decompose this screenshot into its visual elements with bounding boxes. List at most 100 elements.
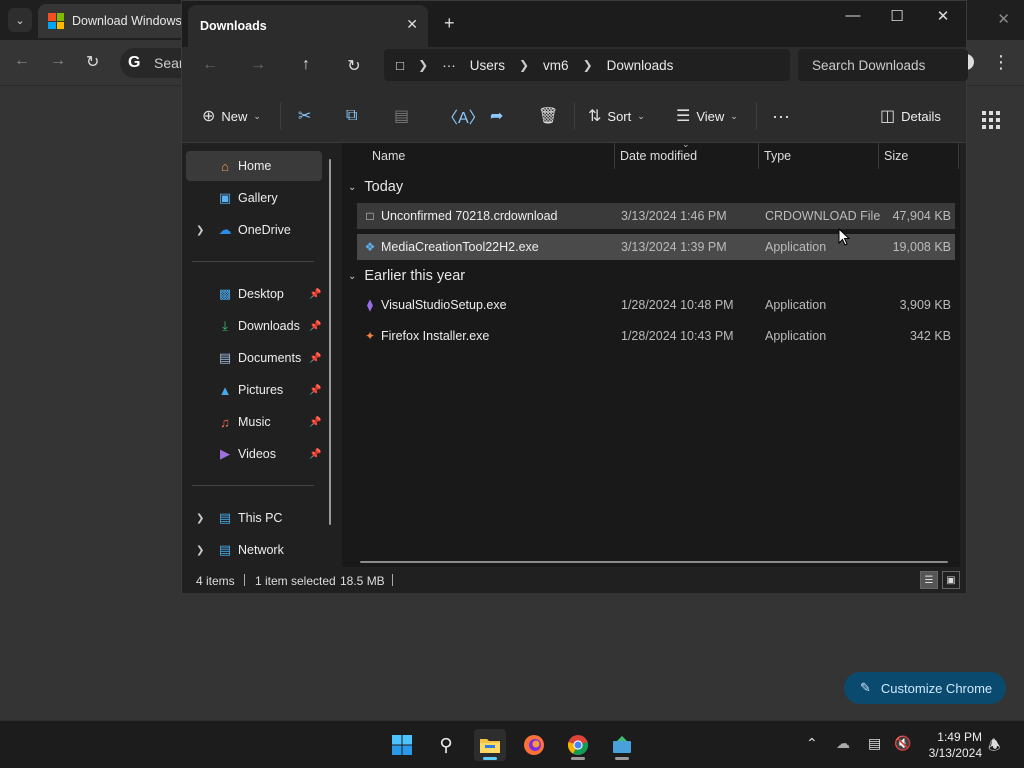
chrome-forward-icon[interactable]: → [50, 52, 66, 70]
system-clock[interactable]: 1:49 PM 3/13/2024 [929, 729, 982, 761]
group-header-today[interactable]: ⌄ Today [348, 179, 403, 195]
minimize-icon[interactable]: — [838, 7, 868, 24]
chevron-right-icon: ❯ [582, 58, 593, 72]
file-row[interactable]: □ Unconfirmed 70218.crdownload 3/13/2024… [357, 203, 955, 229]
item-count: 4 items [196, 574, 235, 588]
taskbar-chrome[interactable] [562, 729, 594, 761]
pin-icon: 📌 [309, 384, 322, 396]
nav-item-documents[interactable]: ▤ Documents 📌 [186, 343, 322, 373]
clock-time: 1:49 PM [937, 730, 982, 744]
breadcrumb-users[interactable]: Users [470, 58, 505, 73]
more-options-button[interactable]: ··· [772, 103, 790, 129]
file-row[interactable]: ❖ MediaCreationTool22H2.exe 3/13/2024 1:… [357, 234, 955, 260]
column-header-type[interactable]: Type [764, 143, 791, 169]
nav-item-onedrive[interactable]: ❯ ☁ OneDrive [186, 215, 322, 245]
monitor-icon: □ [396, 57, 405, 73]
forward-icon[interactable]: → [246, 56, 270, 74]
nav-item-videos[interactable]: ▶ Videos 📌 [186, 439, 322, 469]
share-button[interactable]: ➦ [490, 103, 503, 129]
trash-icon: 🗑 [538, 108, 559, 125]
taskbar-file-explorer[interactable] [474, 729, 506, 761]
plus-circle-icon: ⊕ [202, 108, 216, 125]
rename-button[interactable]: 〈A〉 [442, 103, 485, 129]
nav-item-network[interactable]: ❯ ▤ Network [186, 535, 322, 565]
chrome-more-icon[interactable]: ⋮ [992, 52, 1010, 73]
up-icon[interactable]: ↑ [294, 56, 318, 74]
view-icon: ☰ [676, 108, 691, 125]
file-row[interactable]: ⧫ VisualStudioSetup.exe 1/28/2024 10:48 … [357, 292, 955, 318]
nav-item-pictures[interactable]: ▲ Pictures 📌 [186, 375, 322, 405]
ellipsis-icon[interactable]: ··· [442, 58, 456, 73]
onedrive-offline-icon[interactable]: ☁ [836, 735, 850, 752]
file-row[interactable]: ✦ Firefox Installer.exe 1/28/2024 10:43 … [357, 323, 955, 349]
back-icon[interactable]: ← [198, 56, 222, 74]
blank-file-icon: □ [366, 209, 374, 223]
copy-icon: ⧉ [346, 107, 358, 124]
search-input[interactable]: Search Downloads [798, 49, 968, 81]
nav-item-gallery[interactable]: ▣ Gallery [186, 183, 322, 213]
notification-bell-icon[interactable]: 🕭 [988, 735, 1001, 759]
horizontal-scrollbar[interactable] [360, 561, 948, 563]
start-button[interactable] [386, 729, 418, 761]
chevron-right-icon[interactable]: ❯ [196, 225, 204, 236]
chevron-right-icon[interactable]: ❯ [196, 545, 204, 556]
column-divider[interactable] [614, 143, 615, 169]
pin-icon: 📌 [309, 320, 322, 332]
chrome-reload-icon[interactable]: ↻ [86, 52, 99, 72]
breadcrumb-vm6[interactable]: vm6 [543, 58, 569, 73]
chrome-back-icon[interactable]: ← [14, 52, 30, 70]
tiles-view-icon[interactable]: ▣ [942, 571, 960, 589]
paste-button[interactable]: ▤ [394, 103, 409, 129]
download-icon: ⤓ [222, 318, 228, 333]
chevron-right-icon[interactable]: ❯ [196, 513, 204, 524]
close-tab-icon[interactable]: ✕ [406, 16, 418, 33]
nav-item-music[interactable]: ♫ Music 📌 [186, 407, 322, 437]
nav-item-downloads[interactable]: ⤓ Downloads 📌 [186, 311, 322, 341]
column-header-date[interactable]: Date modified [620, 143, 697, 169]
volume-muted-icon[interactable]: 🔇 [894, 735, 911, 752]
copy-button[interactable]: ⧉ [346, 103, 357, 129]
nav-item-desktop[interactable]: ▩ Desktop 📌 [186, 279, 322, 309]
taskbar-firefox[interactable] [518, 729, 550, 761]
desktop-icon: ▩ [218, 286, 232, 301]
nav-item-this-pc[interactable]: ❯ ▤ This PC [186, 503, 322, 533]
breadcrumb-downloads[interactable]: Downloads [607, 58, 674, 73]
view-button[interactable]: ☰ View ⌄ [676, 103, 738, 129]
windows-logo-icon [48, 13, 64, 29]
firefox-icon [524, 735, 544, 755]
cut-button[interactable]: ✂ [298, 103, 311, 129]
delete-button[interactable]: 🗑 [538, 103, 558, 129]
column-header-name[interactable]: Name [372, 143, 405, 169]
omnibox-text: Sear [154, 55, 184, 71]
details-view-icon[interactable]: ☰ [920, 571, 938, 589]
nav-scrollbar[interactable] [329, 159, 331, 525]
chevron-down-icon: ⌄ [15, 14, 25, 27]
close-window-icon[interactable]: ✕ [928, 7, 958, 25]
chrome-tab-search-button[interactable]: ⌄ [8, 8, 32, 32]
network-tray-icon[interactable]: ▤ [868, 735, 881, 752]
taskbar-media-creation-tool[interactable] [606, 729, 638, 761]
maximize-icon[interactable]: ☐ [882, 7, 912, 25]
chrome-tab[interactable]: Download Windows [38, 4, 188, 38]
explorer-tab[interactable]: Downloads ✕ [188, 5, 428, 47]
refresh-icon[interactable]: ↻ [342, 56, 366, 76]
column-divider[interactable] [878, 143, 879, 169]
column-divider[interactable] [958, 143, 959, 169]
group-header-earlier[interactable]: ⌄ Earlier this year [348, 268, 465, 284]
sort-button[interactable]: ⇅ Sort ⌄ [588, 103, 645, 129]
details-button[interactable]: ◫ Details [880, 103, 941, 129]
chrome-close-icon[interactable]: ✕ [997, 10, 1010, 28]
new-button[interactable]: ⊕ New ⌄ [202, 103, 261, 129]
taskbar-search-button[interactable]: ⚲ [430, 729, 462, 761]
search-icon: ⚲ [439, 734, 453, 755]
column-divider[interactable] [758, 143, 759, 169]
pin-icon: 📌 [309, 448, 322, 460]
chrome-apps-icon[interactable] [982, 111, 1000, 129]
show-hidden-icons-chevron-icon[interactable]: ⌃ [806, 735, 818, 752]
column-header-size[interactable]: Size [884, 143, 908, 169]
divider [280, 103, 281, 129]
new-tab-icon[interactable]: + [444, 13, 455, 34]
breadcrumb[interactable]: □ ❯ ··· Users ❯ vm6 ❯ Downloads [384, 49, 790, 81]
customize-chrome-button[interactable]: ✎ Customize Chrome [844, 672, 1006, 704]
nav-item-home[interactable]: ⌂ Home [186, 151, 322, 181]
